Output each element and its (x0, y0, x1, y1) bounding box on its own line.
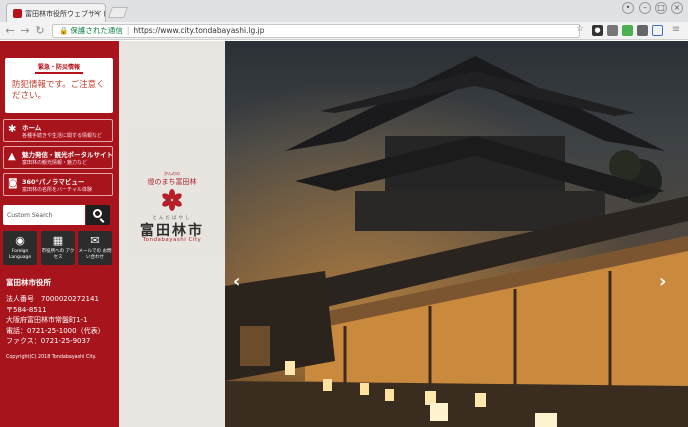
foreign-language-button[interactable]: ◉ Foreign Language (3, 231, 37, 265)
search-button[interactable] (86, 205, 110, 225)
nav-item-title: ホーム (22, 124, 42, 132)
copyright: Copyright(C) 2018 Tondabayashi City. (6, 355, 97, 360)
nav-item-title: 360°パノラマビュー (22, 178, 85, 186)
nav-item-tourism[interactable]: ▲ 魅力発信・観光ポータルサイト 富田林の観光情報・魅力など (3, 146, 113, 169)
mail-icon: ✉ (90, 234, 100, 247)
url-text: https://www.city.tondabayashi.lg.jp (133, 26, 265, 35)
mountain-icon: ▲ (8, 151, 16, 162)
back-icon[interactable]: ← (4, 24, 16, 37)
emergency-panel: 緊急・防災情報 防犯情報です。ご注意ください。 (5, 58, 113, 113)
security-label: 保護された通信 (70, 26, 123, 35)
city-emblem-icon[interactable] (160, 188, 184, 212)
extension-icon[interactable] (637, 25, 648, 36)
emergency-message[interactable]: 防犯情報です。ご注意ください。 (12, 80, 108, 102)
reload-icon[interactable]: ↻ (34, 24, 46, 37)
browser-tab[interactable]: 富田林市役所ウェブサイト × (6, 3, 106, 22)
asterisk-icon: ✱ (8, 124, 17, 135)
bookmark-star-icon[interactable]: ☆ (574, 24, 586, 34)
page: ‹ › かんのの 燈のまち富田林 とんだばやし 富田林市 Tondabayash… (0, 41, 688, 427)
new-tab-button[interactable] (107, 7, 129, 18)
favicon-icon (13, 9, 22, 18)
office-line: 電話：0721-25-1000（代表） (6, 326, 105, 335)
user-icon[interactable]: • (622, 2, 634, 14)
close-window-icon[interactable]: × (671, 2, 683, 14)
logo-tagline: 燈のまち富田林 (147, 178, 197, 186)
prev-slide-button[interactable]: ‹ (233, 271, 240, 292)
nav-item-panorama[interactable]: ◙ 360°パノラマビュー 富田林の名所をバーチャル体験 (3, 173, 113, 196)
emergency-divider (35, 72, 83, 74)
office-line: 大阪府富田林市常盤町1-1 (6, 316, 88, 324)
extension-icon[interactable] (652, 25, 663, 36)
logo-panel: かんのの 燈のまち富田林 とんだばやし 富田林市 Tondabayashi Ci… (119, 41, 225, 427)
logo-english-name: Tondabayashi City (142, 237, 202, 243)
mail-contact-button[interactable]: ✉ メールでの お問い合わせ (78, 231, 112, 265)
next-slide-button[interactable]: › (659, 271, 666, 292)
browser-toolbar: ← → ↻ 🔒 保護された通信 | https://www.city.tondabay… (0, 22, 688, 40)
extension-icon[interactable] (607, 25, 618, 36)
office-line: ファクス：0721-25-9037 (6, 337, 91, 345)
extension-icon[interactable] (622, 25, 633, 36)
tab-bar: 富田林市役所ウェブサイト × • – □ × (0, 0, 688, 22)
nav-item-subtitle: 富田林の名所をバーチャル体験 (22, 187, 92, 193)
button-label: Foreign Language (8, 249, 32, 260)
search-box (3, 205, 85, 225)
sidebar: 緊急・防災情報 防犯情報です。ご注意ください。 ✱ ホーム 各種手続きや生活に関… (0, 41, 119, 427)
office-name: 富田林市役所 (6, 278, 51, 287)
search-icon (93, 209, 102, 218)
nav-item-title: 魅力発信・観光ポータルサイト (22, 151, 113, 159)
lock-icon: 🔒 (59, 26, 69, 35)
close-tab-icon[interactable]: × (93, 8, 100, 17)
nav-item-subtitle: 富田林の観光情報・魅力など (22, 160, 88, 166)
office-line: 法人番号 7000020272141 (6, 295, 99, 303)
temple-photo (225, 41, 688, 427)
button-label: 市役所への アクセス (41, 249, 75, 260)
office-info: 富田林市役所 法人番号 7000020272141 〒584-8511 大阪府富… (6, 277, 116, 347)
address-bar[interactable]: 🔒 保護された通信 | https://www.city.tondabayashi.l… (52, 24, 580, 38)
hero-slideshow: ‹ › (225, 41, 688, 427)
emergency-title: 緊急・防災情報 (37, 64, 80, 71)
address-separator: | (126, 26, 130, 35)
camera-icon: ◙ (8, 178, 18, 189)
maximize-icon[interactable]: □ (655, 2, 667, 14)
menu-icon[interactable]: ≡ (670, 24, 682, 35)
nav-item-home[interactable]: ✱ ホーム 各種手続きや生活に関する情報など (3, 119, 113, 142)
building-icon: ▦ (52, 234, 64, 247)
access-button[interactable]: ▦ 市役所への アクセス (41, 231, 75, 265)
search-input[interactable] (3, 205, 85, 225)
button-label: メールでの お問い合わせ (78, 249, 112, 260)
forward-icon[interactable]: → (19, 24, 31, 37)
minimize-icon[interactable]: – (639, 2, 651, 14)
office-line: 〒584-8511 (6, 305, 47, 314)
globe-icon: ◉ (15, 234, 25, 247)
extension-icon[interactable]: ● (592, 25, 603, 36)
nav-item-subtitle: 各種手続きや生活に関する情報など (22, 133, 103, 139)
